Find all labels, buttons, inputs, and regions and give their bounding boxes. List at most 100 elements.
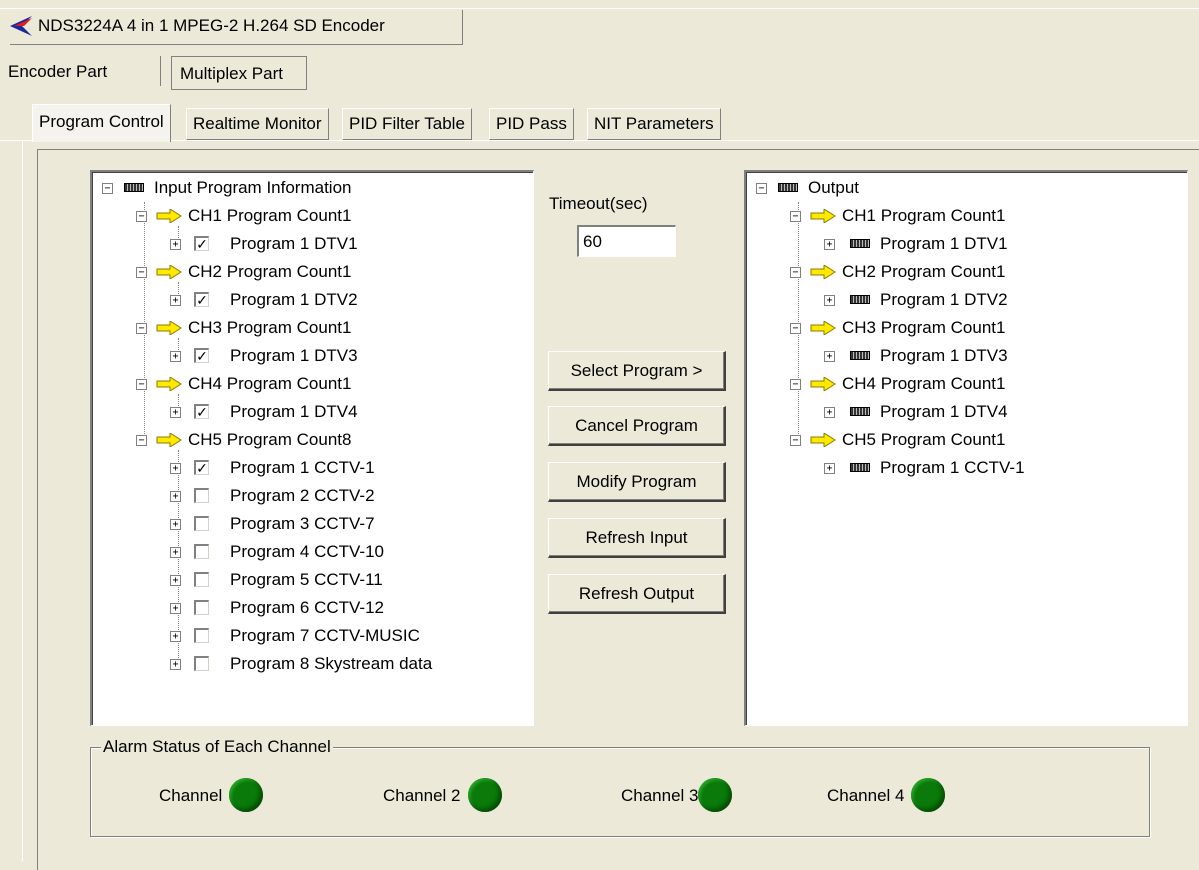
collapse-icon[interactable]: −	[136, 435, 147, 446]
channel-label: CH1 Program Count1	[842, 206, 1006, 225]
expand-icon[interactable]: +	[170, 295, 181, 306]
program-label: Program 1 DTV2	[880, 290, 1008, 309]
program-checkbox[interactable]	[194, 572, 209, 587]
program-label: Program 5 CCTV-11	[230, 570, 383, 589]
collapse-icon[interactable]: −	[790, 435, 801, 446]
program-checkbox[interactable]: ✓	[194, 348, 209, 363]
program-checkbox[interactable]	[194, 600, 209, 615]
channel-label: CH5 Program Count1	[842, 430, 1006, 449]
timeout-label: Timeout(sec)	[549, 194, 648, 213]
collapse-icon[interactable]: −	[136, 211, 147, 222]
program-checkbox[interactable]: ✓	[194, 404, 209, 419]
channel-3-status-led	[698, 778, 732, 812]
channel-2-status-led	[468, 778, 502, 812]
collapse-icon[interactable]: −	[136, 267, 147, 278]
tab-realtime-monitor[interactable]: Realtime Monitor	[186, 108, 329, 140]
expand-icon[interactable]: +	[170, 407, 181, 418]
program-label: Program 1 DTV1	[230, 234, 358, 253]
collapse-icon[interactable]: −	[102, 183, 113, 194]
program-label: Program 1 DTV3	[880, 346, 1008, 365]
collapse-icon[interactable]: −	[790, 267, 801, 278]
refresh-output-button[interactable]: Refresh Output	[548, 574, 726, 614]
program-checkbox[interactable]	[194, 628, 209, 643]
collapse-icon[interactable]: −	[136, 379, 147, 390]
cancel-program-button[interactable]: Cancel Program	[548, 406, 726, 446]
app-logo-icon	[10, 16, 32, 36]
collapse-icon[interactable]: −	[756, 183, 767, 194]
program-checkbox[interactable]: ✓	[194, 292, 209, 307]
expand-icon[interactable]: +	[170, 351, 181, 362]
device-board-icon	[850, 407, 870, 416]
input-program-tree[interactable]: − Input Program Information − CH1 Program…	[90, 170, 534, 726]
channel-label: CH2 Program Count1	[842, 262, 1006, 281]
tab-multiplex-part[interactable]: Multiplex Part	[171, 56, 307, 90]
tab-nit-parameters[interactable]: NIT Parameters	[587, 108, 721, 140]
channel-label: CH1 Program Count1	[188, 206, 352, 225]
channel-4-label: Channel 4	[827, 786, 905, 805]
channel-label: CH4 Program Count1	[188, 374, 352, 393]
program-checkbox[interactable]	[194, 488, 209, 503]
expand-icon[interactable]: +	[170, 659, 181, 670]
device-board-icon	[850, 295, 870, 304]
device-board-icon	[124, 183, 144, 192]
expand-icon[interactable]: +	[170, 547, 181, 558]
program-label: Program 6 CCTV-12	[230, 598, 384, 617]
expand-icon[interactable]: +	[824, 463, 835, 474]
program-label: Program 1 CCTV-1	[880, 458, 1025, 477]
program-label: Program 1 DTV4	[880, 402, 1008, 421]
timeout-input[interactable]	[577, 225, 676, 257]
channel-4-status-led	[911, 778, 945, 812]
channel-label: CH2 Program Count1	[188, 262, 352, 281]
channel-1-label: Channel	[159, 786, 223, 805]
select-program-button[interactable]: Select Program >	[548, 351, 726, 391]
channel-1-status-led	[229, 778, 263, 812]
collapse-icon[interactable]: −	[790, 379, 801, 390]
tree-root-input[interactable]: − Input Program Information	[102, 174, 522, 202]
channel-3-label: Channel 3	[621, 786, 699, 805]
alarm-status-group: Alarm Status of Each Channel Channel Cha…	[90, 737, 1150, 837]
program-checkbox[interactable]	[194, 516, 209, 531]
program-checkbox[interactable]	[194, 544, 209, 559]
expand-icon[interactable]: +	[824, 295, 835, 306]
expand-icon[interactable]: +	[170, 575, 181, 586]
device-board-icon	[850, 351, 870, 360]
program-checkbox[interactable]: ✓	[194, 236, 209, 251]
window-title: NDS3224A 4 in 1 MPEG-2 H.264 SD Encoder	[38, 16, 385, 35]
expand-icon[interactable]: +	[824, 351, 835, 362]
program-label: Program 3 CCTV-7	[230, 514, 375, 533]
channel-label: CH3 Program Count1	[842, 318, 1006, 337]
tab-pid-pass[interactable]: PID Pass	[489, 108, 574, 140]
expand-icon[interactable]: +	[824, 407, 835, 418]
program-label: Program 1 CCTV-1	[230, 458, 375, 477]
expand-icon[interactable]: +	[170, 239, 181, 250]
device-board-icon	[850, 239, 870, 248]
tab-pid-filter-table[interactable]: PID Filter Table	[342, 108, 472, 140]
program-checkbox[interactable]	[194, 656, 209, 671]
expand-icon[interactable]: +	[170, 463, 181, 474]
expand-icon[interactable]: +	[824, 239, 835, 250]
program-label: Program 1 DTV3	[230, 346, 358, 365]
output-program-tree[interactable]: − Output − CH1 Program Count1 + Program 1 D…	[744, 170, 1188, 726]
expand-icon[interactable]: +	[170, 491, 181, 502]
expand-icon[interactable]: +	[170, 603, 181, 614]
expand-icon[interactable]: +	[170, 519, 181, 530]
expand-icon[interactable]: +	[170, 631, 181, 642]
tab-program-control[interactable]: Program Control	[32, 104, 171, 142]
program-label: Program 1 DTV2	[230, 290, 358, 309]
program-label: Program 8 Skystream data	[230, 654, 433, 673]
modify-program-button[interactable]: Modify Program	[548, 462, 726, 502]
collapse-icon[interactable]: −	[136, 323, 147, 334]
program-label: Program 2 CCTV-2	[230, 486, 375, 505]
program-checkbox[interactable]: ✓	[194, 460, 209, 475]
channel-label: CH5 Program Count8	[188, 430, 352, 449]
collapse-icon[interactable]: −	[790, 323, 801, 334]
alarm-group-title: Alarm Status of Each Channel	[101, 737, 333, 757]
refresh-input-button[interactable]: Refresh Input	[548, 518, 726, 558]
device-board-icon	[850, 463, 870, 472]
tab-encoder-part[interactable]: Encoder Part	[8, 57, 107, 87]
collapse-icon[interactable]: −	[790, 211, 801, 222]
program-label: Program 7 CCTV-MUSIC	[230, 626, 420, 645]
tree-root-output[interactable]: − Output	[756, 174, 1176, 202]
program-label: Program 1 DTV4	[230, 402, 358, 421]
window-title-tab: NDS3224A 4 in 1 MPEG-2 H.264 SD Encoder	[10, 10, 463, 45]
